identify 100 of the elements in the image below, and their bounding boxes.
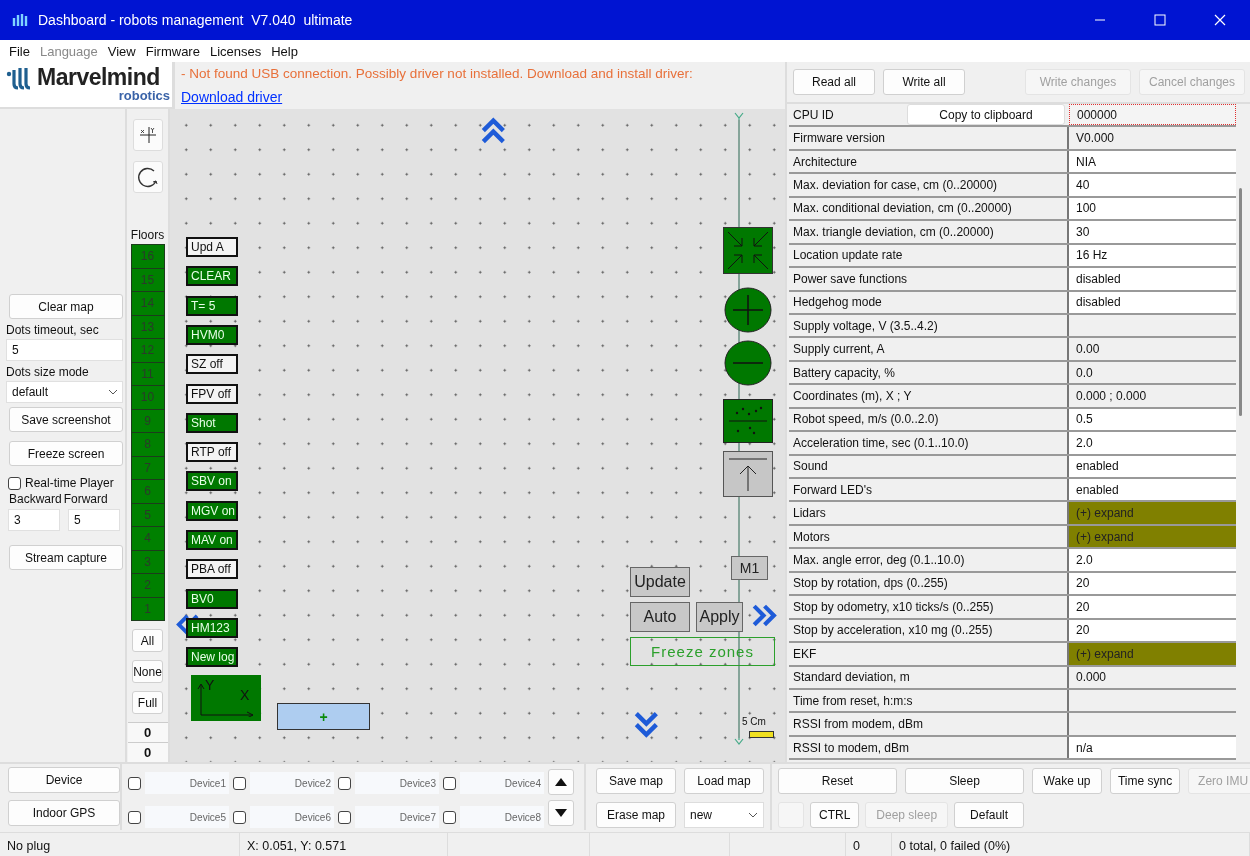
save-screenshot-button[interactable]: Save screenshot	[9, 407, 123, 432]
robot-button[interactable]: Default	[954, 802, 1025, 828]
device-label: Device4	[460, 772, 544, 794]
logo-name: Marvelmind	[37, 64, 160, 91]
apply-button[interactable]: Apply	[696, 602, 743, 632]
axes-icon[interactable]	[132, 119, 163, 151]
menu-item[interactable]: File	[4, 43, 35, 59]
dots-timeout-field[interactable]: 5	[6, 339, 123, 361]
map-toggle[interactable]: Shot	[186, 412, 238, 433]
zoom-in-icon[interactable]	[724, 287, 772, 333]
device-checkbox[interactable]	[443, 776, 456, 790]
clear-map-button[interactable]: Clear map	[9, 294, 123, 319]
scroll-up-button[interactable]	[548, 769, 574, 795]
zoom-out-icon[interactable]	[724, 340, 772, 386]
map-canvas[interactable]: Upd A CLEAR T= 5 HVM0 SZ off FPV off Shot RTP off SBV on MGV on MAV on PBA off BV0 HM123 New log M1 Update Auto Apply Freeze zones Y X + 5 Cm	[170, 109, 785, 762]
param-value[interactable]: enabled	[1069, 455, 1236, 477]
field-label: Forward	[63, 492, 108, 506]
device-checkbox[interactable]	[233, 776, 246, 790]
map-toggle[interactable]: HM123	[186, 617, 238, 638]
map-button[interactable]: Load map	[684, 768, 764, 794]
menu-item[interactable]: Firmware	[140, 43, 205, 59]
map-toggle[interactable]: BV0	[186, 588, 238, 609]
param-value[interactable]: 0.5	[1069, 408, 1236, 431]
param-value[interactable]: 30	[1069, 221, 1236, 243]
menu-item[interactable]: Help	[266, 43, 303, 59]
expand-cell[interactable]: (+) expand	[1069, 525, 1236, 548]
param-value[interactable]: disabled	[1069, 268, 1236, 290]
map-button[interactable]: Save map	[596, 768, 676, 794]
param-value[interactable]: 20	[1069, 619, 1236, 642]
map-toggle[interactable]: CLEAR	[186, 266, 238, 287]
map-toggle[interactable]: New log	[186, 647, 238, 668]
robot-button[interactable]: CTRL	[810, 802, 860, 828]
map-toggle[interactable]: MAV on	[186, 530, 238, 550]
device-label: Device7	[355, 806, 439, 828]
map-dropdown[interactable]: new	[684, 802, 764, 828]
robot-button[interactable]: Reset	[778, 768, 898, 794]
device-checkbox[interactable]	[128, 776, 141, 790]
floor-filter-button[interactable]: Full	[132, 691, 163, 714]
toolbar-button[interactable]: Write all	[883, 69, 965, 95]
param-value[interactable]: 100	[1069, 197, 1236, 220]
device-label: Device1	[145, 772, 229, 794]
expand-cell[interactable]: (+) expand	[1069, 643, 1236, 665]
param-value[interactable]: 20	[1069, 572, 1236, 595]
freeze-screen-button[interactable]: Freeze screen	[9, 441, 123, 466]
map-toggle[interactable]: FPV off	[186, 383, 238, 404]
menu-item[interactable]: View	[102, 43, 141, 59]
map-toggle[interactable]: MGV on	[186, 500, 238, 521]
device-tab[interactable]: Indoor GPS	[8, 800, 120, 826]
device-checkbox[interactable]	[443, 810, 456, 824]
map-button[interactable]: Erase map	[596, 802, 676, 828]
device-checkbox[interactable]	[233, 810, 246, 824]
auto-button[interactable]: Auto	[630, 602, 690, 632]
collapse-icon[interactable]	[723, 227, 773, 274]
map-toggle[interactable]: HVM0	[186, 324, 238, 345]
device-tab[interactable]: Device	[8, 767, 120, 793]
scrollbar[interactable]	[1239, 188, 1242, 416]
scatter-icon[interactable]	[723, 399, 773, 443]
app-logo-icon	[12, 12, 30, 28]
realtime-player-checkbox[interactable]	[8, 476, 21, 490]
param-value[interactable]: 20	[1069, 596, 1236, 618]
download-link[interactable]: Download driver	[181, 89, 283, 105]
map-toggle[interactable]: PBA off	[186, 559, 238, 580]
param-value[interactable]: 000000	[1069, 104, 1236, 126]
map-toggle[interactable]: SZ off	[186, 354, 238, 375]
scroll-down-button[interactable]	[548, 800, 574, 826]
map-toggle[interactable]: T= 5	[186, 295, 238, 316]
stream-capture-button[interactable]: Stream capture	[9, 545, 123, 570]
toolbar-button[interactable]: Read all	[793, 69, 875, 95]
logo-subtitle: robotics	[118, 88, 170, 103]
device-checkbox[interactable]	[338, 776, 351, 790]
robot-button[interactable]: Time sync	[1110, 768, 1181, 794]
floor-filter-button[interactable]: All	[132, 629, 163, 652]
copy-button[interactable]: Copy to clipboard	[907, 104, 1065, 126]
map-toggle[interactable]: RTP off	[186, 442, 238, 463]
menu-item[interactable]: Licenses	[204, 43, 267, 59]
robot-button[interactable]: Wake up	[1032, 768, 1103, 794]
floor-filter-button[interactable]: None	[132, 660, 163, 683]
param-value[interactable]: 16 Hz	[1069, 244, 1236, 267]
dots-size-dropdown[interactable]: default	[6, 381, 123, 403]
param-value[interactable]: 40	[1069, 174, 1236, 196]
param-value[interactable]: NIA	[1069, 150, 1236, 173]
m1-button[interactable]: M1	[731, 556, 768, 580]
device-checkbox[interactable]	[338, 810, 351, 824]
axis-label: X	[240, 687, 250, 703]
device-checkbox[interactable]	[128, 810, 141, 824]
robot-button[interactable]: Sleep	[905, 768, 1025, 794]
rotate-icon[interactable]	[132, 161, 163, 193]
map-toggle[interactable]: SBV on	[186, 471, 238, 492]
param-value[interactable]: enabled	[1069, 479, 1236, 501]
expand-cell[interactable]: (+) expand	[1069, 502, 1236, 524]
backward-field[interactable]: 3	[8, 509, 60, 531]
map-toggle[interactable]: Upd A	[186, 237, 238, 257]
param-value[interactable]: 2.0	[1069, 549, 1236, 571]
param-value[interactable]: disabled	[1069, 291, 1236, 313]
status-text: No plug	[0, 833, 240, 856]
param-value[interactable]: 2.0	[1069, 432, 1236, 454]
device-label: Device2	[250, 772, 334, 794]
param-value[interactable]: n/a	[1069, 736, 1236, 759]
update-button[interactable]: Update	[630, 567, 690, 597]
forward-field[interactable]: 5	[68, 509, 120, 531]
